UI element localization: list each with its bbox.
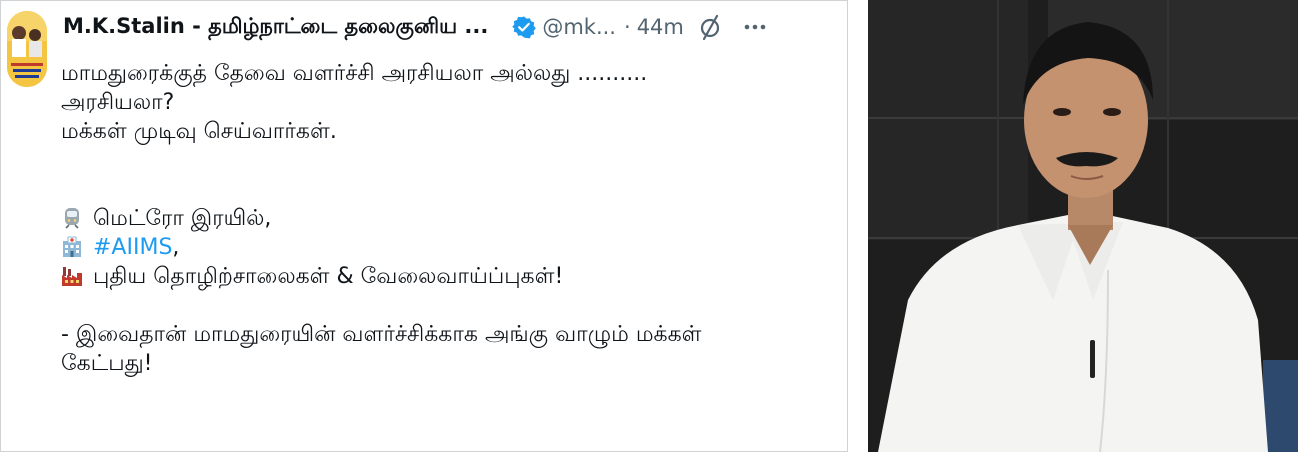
more-options-icon[interactable]: [742, 14, 768, 40]
tweet-line: மக்கள் முடிவு செய்வார்கள்.: [61, 119, 337, 144]
display-name[interactable]: M.K.Stalin - தமிழ்நாட்டை தலைகுனிய ...: [63, 14, 488, 41]
portrait-photo: [868, 0, 1298, 452]
list-item-metro: மெட்ரோ இரயில்,: [61, 204, 831, 233]
timestamp[interactable]: 44m: [637, 15, 684, 39]
separator-dot: ·: [624, 15, 631, 39]
factory-icon: [61, 265, 83, 287]
no-stats-icon[interactable]: [696, 13, 724, 41]
tweet-line: - இவைதான் மாமதுரையின் வளர்ச்சிக்காக அங்க…: [61, 322, 702, 347]
handle[interactable]: @mk...: [542, 15, 616, 39]
tweet-text: மாமதுரைக்குத் தேவை வளர்ச்சி அரசியலா அல்ல…: [61, 59, 831, 378]
list-item-text: ,: [172, 235, 180, 260]
list-item-text: புதிய தொழிற்சாலைகள் & வேலைவாய்ப்புகள்!: [93, 264, 564, 289]
tweet-line: கேட்பது!: [61, 351, 153, 376]
list-item-aiims: #AIIMS,: [61, 233, 831, 262]
metro-train-icon: [61, 207, 83, 229]
tweet-card: M.K.Stalin - தமிழ்நாட்டை தலைகுனிய ... @m…: [0, 0, 848, 452]
list-item-factories: புதிய தொழிற்சாலைகள் & வேலைவாய்ப்புகள்!: [61, 262, 831, 291]
hospital-icon: [61, 236, 83, 258]
tweet-header: M.K.Stalin - தமிழ்நாட்டை தலைகுனிய ... @m…: [63, 7, 829, 47]
tweet-line: அரசியலா?: [61, 90, 175, 115]
avatar[interactable]: [7, 11, 47, 87]
hashtag-link[interactable]: #AIIMS: [93, 235, 172, 260]
list-item-text: மெட்ரோ இரயில்,: [93, 206, 272, 231]
tweet-line: மாமதுரைக்குத் தேவை வளர்ச்சி அரசியலா அல்ல…: [61, 61, 648, 86]
verified-badge-icon: [512, 15, 537, 39]
